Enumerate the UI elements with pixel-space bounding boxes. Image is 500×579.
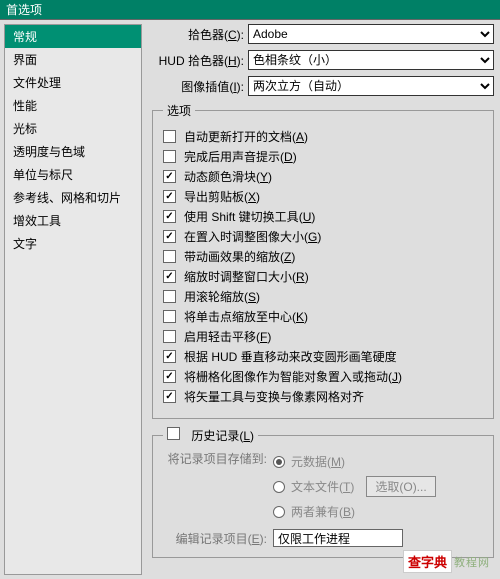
option-6[interactable]: 带动画效果的缩放(Z) (163, 248, 483, 265)
checkbox-icon (163, 330, 176, 343)
option-10[interactable]: 启用轻击平移(F) (163, 328, 483, 345)
option-label: 根据 HUD 垂直移动来改变圆形画笔硬度 (184, 348, 397, 365)
option-label: 用滚轮缩放(S) (184, 288, 260, 305)
history-fieldset: 历史记录(L) 将记录项目存储到: 元数据(M) 文本文件(T) 选取(O)..… (152, 427, 494, 558)
option-2[interactable]: 动态颜色滑块(Y) (163, 168, 483, 185)
interpolation-row: 图像插值(I): 两次立方（自动） (152, 76, 494, 96)
option-label: 动态颜色滑块(Y) (184, 168, 272, 185)
checkbox-icon (163, 290, 176, 303)
checkbox-icon (163, 130, 176, 143)
interpolation-label: 图像插值(I): (152, 78, 248, 95)
interpolation-select[interactable]: 两次立方（自动） (248, 76, 494, 96)
hud-picker-label: HUD 拾色器(H): (152, 52, 248, 69)
watermark: 查字典 教程网 (403, 550, 490, 573)
radio-icon (273, 481, 285, 493)
option-1[interactable]: 完成后用声音提示(D) (163, 148, 483, 165)
option-label: 自动更新打开的文档(A) (184, 128, 308, 145)
history-edit-label: 编辑记录项目(E): (163, 530, 273, 547)
hud-picker-select[interactable]: 色相条纹（小） (248, 50, 494, 70)
options-legend: 选项 (163, 102, 195, 119)
sidebar-item-transparency[interactable]: 透明度与色域 (5, 140, 141, 163)
option-3[interactable]: 导出剪贴板(X) (163, 188, 483, 205)
sidebar-item-general[interactable]: 常规 (5, 25, 141, 48)
checkbox-icon (163, 370, 176, 383)
history-legend: 历史记录(L) (163, 427, 258, 444)
sidebar-item-guides[interactable]: 参考线、网格和切片 (5, 186, 141, 209)
option-label: 启用轻击平移(F) (184, 328, 271, 345)
sidebar-item-units[interactable]: 单位与标尺 (5, 163, 141, 186)
history-radio-both[interactable]: 两者兼有(B) (273, 503, 436, 520)
history-checkbox[interactable] (167, 427, 180, 440)
option-0[interactable]: 自动更新打开的文档(A) (163, 128, 483, 145)
option-label: 缩放时调整窗口大小(R) (184, 268, 309, 285)
option-7[interactable]: 缩放时调整窗口大小(R) (163, 268, 483, 285)
options-fieldset: 选项 自动更新打开的文档(A) 完成后用声音提示(D) 动态颜色滑块(Y) 导出剪贴板… (152, 102, 494, 419)
history-radio-textfile[interactable]: 文本文件(T) 选取(O)... (273, 476, 436, 497)
watermark-text: 教程网 (454, 554, 490, 570)
checkbox-icon (163, 390, 176, 403)
option-label: 将单击点缩放至中心(K) (184, 308, 308, 325)
option-label: 带动画效果的缩放(Z) (184, 248, 295, 265)
checkbox-icon (163, 150, 176, 163)
option-8[interactable]: 用滚轮缩放(S) (163, 288, 483, 305)
history-radio-metadata[interactable]: 元数据(M) (273, 453, 436, 470)
color-picker-row: 拾色器(C): Adobe (152, 24, 494, 44)
checkbox-icon (163, 310, 176, 323)
checkbox-icon (163, 270, 176, 283)
sidebar-item-plugins[interactable]: 增效工具 (5, 209, 141, 232)
option-label: 使用 Shift 键切换工具(U) (184, 208, 315, 225)
content-panel: 拾色器(C): Adobe HUD 拾色器(H): 色相条纹（小） 图像插值(I… (142, 20, 500, 579)
history-saveto-label: 将记录项目存储到: (163, 450, 273, 523)
option-11[interactable]: 根据 HUD 垂直移动来改变圆形画笔硬度 (163, 348, 483, 365)
option-label: 导出剪贴板(X) (184, 188, 260, 205)
option-13[interactable]: 将矢量工具与变换与像素网格对齐 (163, 388, 483, 405)
checkbox-icon (163, 210, 176, 223)
checkbox-icon (163, 190, 176, 203)
watermark-logo: 查字典 (403, 550, 452, 573)
option-label: 将栅格化图像作为智能对象置入或拖动(J) (184, 368, 402, 385)
sidebar-item-cursors[interactable]: 光标 (5, 117, 141, 140)
option-4[interactable]: 使用 Shift 键切换工具(U) (163, 208, 483, 225)
color-picker-select[interactable]: Adobe (248, 24, 494, 44)
option-label: 将矢量工具与变换与像素网格对齐 (184, 388, 364, 405)
sidebar-item-interface[interactable]: 界面 (5, 48, 141, 71)
option-9[interactable]: 将单击点缩放至中心(K) (163, 308, 483, 325)
choose-button[interactable]: 选取(O)... (366, 476, 435, 497)
checkbox-icon (163, 170, 176, 183)
checkbox-icon (163, 250, 176, 263)
option-5[interactable]: 在置入时调整图像大小(G) (163, 228, 483, 245)
sidebar-item-type[interactable]: 文字 (5, 232, 141, 255)
checkbox-icon (163, 350, 176, 363)
sidebar-item-filehandling[interactable]: 文件处理 (5, 71, 141, 94)
option-label: 在置入时调整图像大小(G) (184, 228, 321, 245)
option-label: 完成后用声音提示(D) (184, 148, 297, 165)
option-12[interactable]: 将栅格化图像作为智能对象置入或拖动(J) (163, 368, 483, 385)
hud-picker-row: HUD 拾色器(H): 色相条纹（小） (152, 50, 494, 70)
main-container: 常规 界面 文件处理 性能 光标 透明度与色域 单位与标尺 参考线、网格和切片 … (0, 20, 500, 579)
history-edit-input[interactable] (273, 529, 403, 547)
history-saveto-row: 将记录项目存储到: 元数据(M) 文本文件(T) 选取(O)... 两者兼有(B… (163, 450, 483, 523)
radio-icon (273, 506, 285, 518)
color-picker-label: 拾色器(C): (152, 26, 248, 43)
sidebar-item-performance[interactable]: 性能 (5, 94, 141, 117)
window-title: 首选项 (0, 0, 500, 20)
checkbox-icon (163, 230, 176, 243)
history-edit-row: 编辑记录项目(E): (163, 529, 483, 547)
radio-icon (273, 456, 285, 468)
history-radio-group: 元数据(M) 文本文件(T) 选取(O)... 两者兼有(B) (273, 450, 436, 523)
sidebar: 常规 界面 文件处理 性能 光标 透明度与色域 单位与标尺 参考线、网格和切片 … (4, 24, 142, 575)
